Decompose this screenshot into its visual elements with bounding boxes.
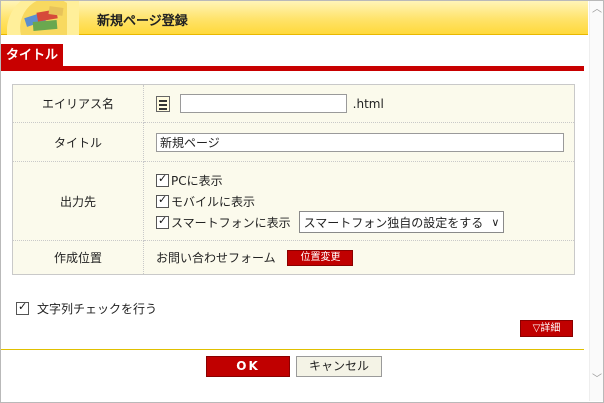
title-label: タイトル — [12, 122, 144, 162]
footer-divider — [1, 349, 584, 350]
alias-row: エイリアス名 .html — [12, 84, 575, 123]
smartphone-setting-value: スマートフォン独自の設定をする — [303, 215, 484, 230]
tab-underline — [1, 66, 584, 71]
output-label: 出力先 — [12, 161, 144, 241]
smartphone-checkbox[interactable] — [156, 214, 169, 229]
mobile-label: モバイルに表示 — [171, 194, 256, 209]
mobile-checkbox[interactable] — [156, 193, 169, 208]
alias-label: エイリアス名 — [12, 84, 144, 123]
position-value: お問い合わせフォーム — [156, 251, 276, 265]
page-icon — [156, 95, 170, 112]
page-form: エイリアス名 .html タイトル 出力先 PCに表示 モバイルに表示 スマート… — [12, 84, 575, 275]
string-check-checkbox[interactable] — [16, 300, 29, 315]
change-position-button[interactable]: 位置変更 — [287, 249, 354, 266]
mobile-option[interactable]: モバイルに表示 — [156, 191, 574, 212]
pc-checkbox[interactable] — [156, 172, 169, 187]
position-label: 作成位置 — [12, 240, 144, 275]
pc-label: PCに表示 — [171, 173, 223, 188]
header-bar: 新規ページ登録 — [1, 1, 588, 35]
vertical-scrollbar[interactable]: ︿ ﹀ — [589, 1, 603, 401]
chevron-down-icon: ∨ — [491, 215, 500, 229]
cancel-button[interactable]: キャンセル — [296, 356, 382, 377]
detail-button[interactable]: ▽詳細 — [520, 320, 573, 337]
scroll-up-icon[interactable]: ︿ — [590, 3, 604, 17]
output-row: 出力先 PCに表示 モバイルに表示 スマートフォンに表示 スマートフォン独自の設… — [12, 161, 575, 241]
ok-button[interactable]: OK — [206, 356, 290, 377]
title-row: タイトル — [12, 122, 575, 162]
position-row: 作成位置 お問い合わせフォーム 位置変更 — [12, 240, 575, 275]
tab-title[interactable]: タイトル — [1, 44, 63, 68]
string-check-option[interactable]: 文字列チェックを行う — [16, 300, 157, 317]
books-logo-icon — [7, 1, 79, 35]
string-check-label: 文字列チェックを行う — [37, 302, 158, 316]
scroll-down-icon[interactable]: ﹀ — [590, 373, 604, 387]
smartphone-label: スマートフォンに表示 — [171, 215, 291, 230]
alias-input[interactable] — [179, 94, 347, 113]
title-input[interactable] — [156, 132, 564, 152]
html-suffix: .html — [352, 96, 384, 111]
pc-option[interactable]: PCに表示 — [156, 170, 574, 191]
smartphone-option[interactable]: スマートフォンに表示 スマートフォン独自の設定をする ∨ — [156, 211, 574, 233]
smartphone-setting-select[interactable]: スマートフォン独自の設定をする ∨ — [298, 211, 505, 233]
page-title: 新規ページ登録 — [97, 14, 188, 29]
